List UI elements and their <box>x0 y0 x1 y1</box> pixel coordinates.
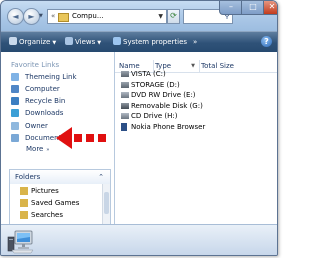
scrollbar-thumb[interactable] <box>104 192 109 214</box>
help-icon[interactable]: ? <box>261 36 272 47</box>
user-folder-icon <box>11 122 19 130</box>
link-icon <box>11 73 19 81</box>
organize-button[interactable]: Organize ▼ <box>9 36 56 48</box>
address-dropdown-arrow[interactable]: ▼ <box>158 10 163 23</box>
folder-icon <box>58 13 69 22</box>
red-arrow-icon <box>56 127 106 149</box>
removable-disk-icon <box>121 103 129 109</box>
computer-icon <box>11 85 19 93</box>
folder-tree-scrollbar[interactable] <box>102 184 110 224</box>
minimize-button[interactable]: – <box>219 1 243 15</box>
downloads-icon <box>11 109 19 117</box>
recycle-bin-icon <box>11 97 19 105</box>
documents-icon <box>11 134 19 142</box>
details-pane <box>1 224 277 255</box>
system-properties-button[interactable]: System properties <box>113 36 187 48</box>
command-bar: Organize ▼ Views ▼ System properties » ? <box>1 31 277 52</box>
forward-button[interactable]: ► <box>23 8 40 25</box>
title-bar: ◄ ► ▼ « Compu... ▼ ⟳ ⚲ – □ ✕ <box>1 1 277 31</box>
system-properties-icon <box>113 37 121 45</box>
favorite-item-themeing-link[interactable]: Themeing Link <box>11 72 107 83</box>
pictures-folder-icon <box>20 187 28 195</box>
favorite-item-computer[interactable]: Computer <box>11 84 107 95</box>
address-overflow-chevron[interactable]: « <box>51 10 55 23</box>
favorite-item-downloads[interactable]: Downloads <box>11 108 107 119</box>
favorite-item-recycle-bin[interactable]: Recycle Bin <box>11 96 107 107</box>
cd-drive-icon <box>121 113 129 119</box>
views-icon <box>65 37 73 45</box>
hard-drive-icon <box>121 71 129 77</box>
more-commands-button[interactable]: » <box>193 36 197 48</box>
views-button[interactable]: Views ▼ <box>65 36 101 48</box>
dvd-drive-icon <box>121 92 129 98</box>
organize-icon <box>9 37 17 45</box>
explorer-window: ◄ ► ▼ « Compu... ▼ ⟳ ⚲ – □ ✕ Organize ▼ V… <box>0 0 278 256</box>
maximize-button[interactable]: □ <box>241 1 265 15</box>
games-folder-icon <box>20 199 28 207</box>
file-list-pane: Name Type ▼ Total Size VISTA (C:) STORAGE… <box>115 52 277 224</box>
address-text: Compu... <box>72 12 104 20</box>
favorite-links-heading: Favorite Links <box>11 61 60 69</box>
folder-tree: Pictures Saved Games Searches <box>9 184 111 225</box>
chevron-up-icon: ⌃ <box>98 173 104 181</box>
column-header-total-size[interactable]: Total Size <box>201 60 259 72</box>
recent-pages-dropdown[interactable]: ▼ <box>39 13 43 19</box>
refresh-button[interactable]: ⟳ <box>167 9 180 24</box>
search-folder-icon <box>20 211 28 219</box>
hard-drive-icon <box>121 82 129 88</box>
close-button[interactable]: ✕ <box>263 1 277 15</box>
back-button[interactable]: ◄ <box>7 8 24 25</box>
more-favorites-link[interactable]: More» <box>26 145 49 153</box>
address-bar[interactable]: « Compu... ▼ <box>47 9 167 24</box>
computer-icon <box>7 230 34 254</box>
phone-icon <box>121 123 127 131</box>
